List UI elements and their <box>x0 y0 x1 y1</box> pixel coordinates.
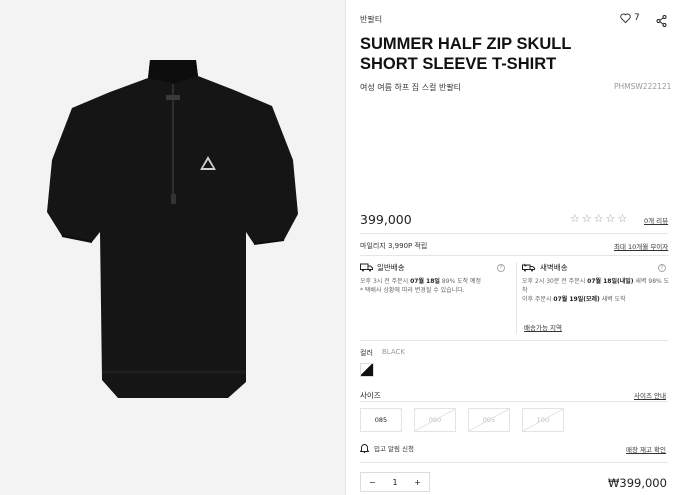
color-value: BLACK <box>382 348 406 356</box>
star-icon: ☆ <box>605 212 616 225</box>
size-option-label: 085 <box>374 416 388 424</box>
star-icon: ☆ <box>570 212 580 225</box>
like-button[interactable]: 7 <box>620 13 640 23</box>
color-label: 컬러 <box>360 349 373 357</box>
reviews-link[interactable]: 0개 리뷰 <box>644 215 668 225</box>
product-code: PHMSW222121 <box>614 82 672 91</box>
shipping-date: 07월 18일 <box>410 278 440 285</box>
divider <box>360 233 668 234</box>
shipping-note: * 택배사 상황에 따라 변경될 수 있습니다. <box>360 287 465 294</box>
shipping-date: 07월 19일(모레) <box>553 296 600 303</box>
standard-shipping-label: 일반배송 <box>377 263 405 272</box>
dawn-shipping: 새벽배송 ? 오후 2시 30분 전 주문시 07월 18일(내일) 새벽 98… <box>522 262 670 304</box>
rating-stars: ☆ ☆ ☆ ☆ ☆ <box>570 212 627 225</box>
shipping-text: 새벽 도착 <box>599 296 626 303</box>
star-icon: ☆ <box>581 212 592 225</box>
product-info-panel: 반팔티 7 SUMMER HALF ZIP SKULL SHORT SLEEVE… <box>346 0 700 495</box>
category-label: 반팔티 <box>360 15 383 24</box>
dawn-shipping-label: 새벽배송 <box>540 263 568 272</box>
color-swatch-black[interactable] <box>360 363 374 377</box>
quantity-stepper: − 1 + <box>360 472 430 492</box>
product-price: 399,000 <box>360 212 412 227</box>
divider <box>360 462 668 463</box>
star-icon: ☆ <box>593 212 604 225</box>
shipping-text: 89% 도착 예정 <box>439 278 482 285</box>
share-icon <box>656 15 667 27</box>
quantity-value[interactable]: 1 <box>392 478 397 487</box>
size-guide-link[interactable]: 사이즈 안내 <box>634 390 666 400</box>
quantity-minus-button[interactable]: − <box>369 478 376 487</box>
product-image <box>47 60 298 398</box>
share-button[interactable] <box>656 12 667 31</box>
shipping-text: 이후 주문시 <box>522 296 554 303</box>
restock-notify-label: 입고 알림 신청 <box>374 445 415 453</box>
standard-shipping-header: 일반배송 <box>360 262 510 273</box>
mileage-text: 마일리지 3,990P 적립 <box>360 242 428 250</box>
sold-out-slash <box>523 409 563 431</box>
product-title-line2: SHORT SLEEVE T-SHIRT <box>360 55 557 73</box>
quantity-plus-button[interactable]: + <box>414 478 421 487</box>
help-icon[interactable]: ? <box>497 264 505 272</box>
size-option-095[interactable]: 095 <box>468 408 510 432</box>
divider <box>516 262 517 334</box>
sold-out-slash <box>469 409 509 431</box>
size-options: 085 090 095 100 <box>360 408 564 432</box>
product-title: SUMMER HALF ZIP SKULL SHORT SLEEVE T-SHI… <box>360 34 680 74</box>
dawn-shipping-info: 오후 2시 30분 전 주문시 07월 18일(내일) 새벽 98% 도착 이후… <box>522 277 670 304</box>
store-stock-link[interactable]: 매장 재고 확인 <box>626 444 666 454</box>
size-option-090[interactable]: 090 <box>414 408 456 432</box>
help-icon[interactable]: ? <box>658 264 666 272</box>
restock-notify-button[interactable]: 입고 알림 신청 <box>360 443 414 453</box>
truck-icon <box>360 263 373 272</box>
installment-link[interactable]: 최대 10개월 무이자 <box>614 241 668 251</box>
heart-icon <box>620 13 631 23</box>
divider <box>360 255 668 256</box>
bell-icon <box>360 444 369 453</box>
size-option-085[interactable]: 085 <box>360 408 402 432</box>
shipping-text: 오후 2시 30분 전 주문시 <box>522 278 588 285</box>
like-count: 7 <box>634 13 640 23</box>
dawn-shipping-header: 새벽배송 <box>522 262 670 273</box>
total-price: ₩399,000 <box>608 476 667 490</box>
sold-out-slash <box>415 409 455 431</box>
shipping-text: 오후 3시 전 주문시 <box>360 278 411 285</box>
product-title-line1: SUMMER HALF ZIP SKULL <box>360 35 572 53</box>
divider <box>360 340 668 341</box>
divider <box>360 401 668 402</box>
moon-truck-icon <box>522 263 535 272</box>
standard-shipping: 일반배송 ? 오후 3시 전 주문시 07월 18일 89% 도착 예정 * 택… <box>360 262 510 295</box>
standard-shipping-info: 오후 3시 전 주문시 07월 18일 89% 도착 예정 * 택배사 상황에 … <box>360 277 510 295</box>
product-korean-name: 여성 여름 하프 집 스컬 반팔티 <box>360 83 462 92</box>
delivery-area-link[interactable]: 배송가능 지역 <box>524 322 562 332</box>
product-image-area <box>0 0 345 495</box>
size-option-100[interactable]: 100 <box>522 408 564 432</box>
star-icon: ☆ <box>617 212 628 225</box>
shipping-date: 07월 18일(내일) <box>587 278 634 285</box>
size-label: 사이즈 <box>360 391 381 400</box>
